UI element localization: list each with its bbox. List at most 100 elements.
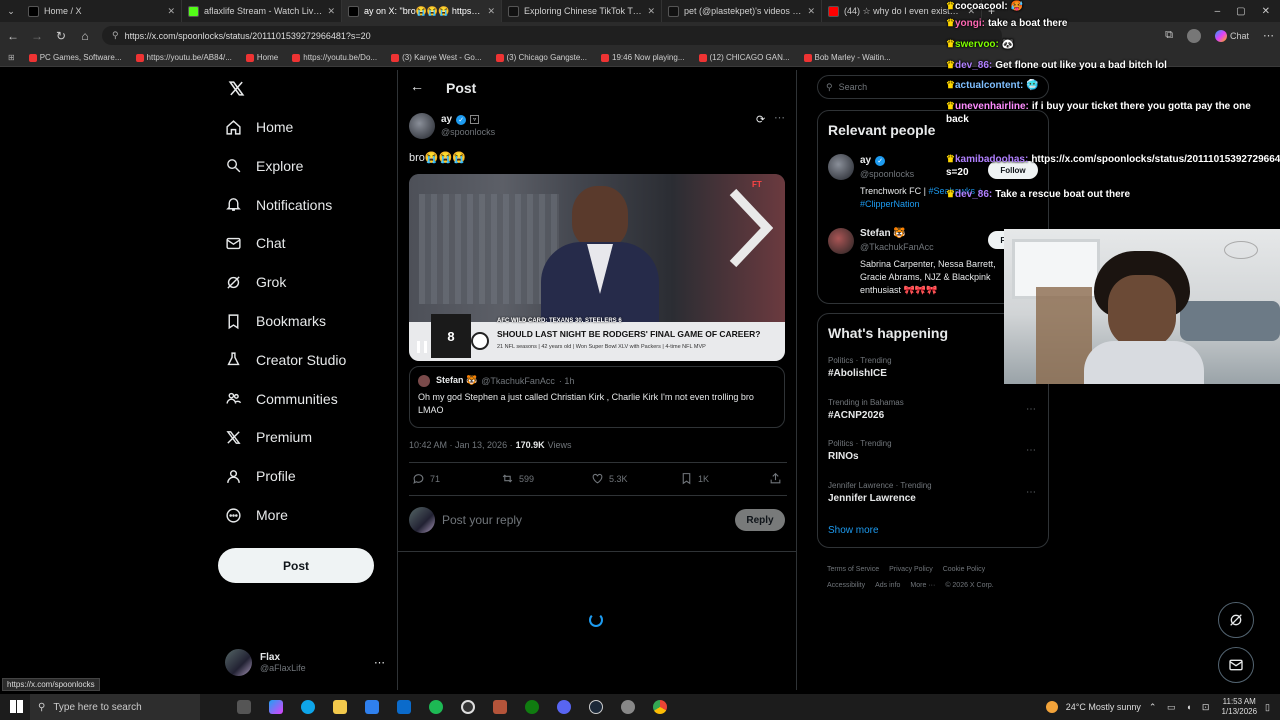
- nav-item-grok[interactable]: Grok: [225, 270, 286, 294]
- chrome-icon[interactable]: [653, 700, 667, 714]
- account-more-icon[interactable]: ⋯: [374, 656, 385, 669]
- forward-icon[interactable]: →: [30, 29, 44, 43]
- like-action[interactable]: 5.3K: [591, 472, 628, 485]
- tab-close-icon[interactable]: ✕: [647, 6, 655, 17]
- account-switcher[interactable]: Flax @aFlaxLife ⋯: [225, 645, 385, 679]
- nav-item-communities[interactable]: Communities: [225, 387, 338, 411]
- post-video[interactable]: FT 8 AFC WILD CARD: TEXANS 30, STEELERS …: [409, 174, 785, 361]
- bookmark-item[interactable]: (12) CHICAGO GAN...: [698, 53, 790, 62]
- author-name[interactable]: ay: [441, 114, 452, 125]
- bookmark-item[interactable]: 19:46 Now playing...: [601, 53, 685, 62]
- trend-item[interactable]: Jennifer Lawrence · Trending Jennifer La…: [828, 481, 1038, 504]
- quoted-post[interactable]: Stefan 🐯 @TkachukFanAcc · 1h Oh my god S…: [409, 366, 785, 428]
- app-icon[interactable]: [493, 700, 507, 714]
- nav-item-notifications[interactable]: Notifications: [225, 193, 332, 217]
- footer-link[interactable]: Privacy Policy: [889, 566, 933, 573]
- reply-input[interactable]: Post your reply: [442, 513, 522, 527]
- browser-tab[interactable]: Home / X ✕: [22, 0, 182, 22]
- address-bar[interactable]: ⚲ https://x.com/spoonlocks/status/201110…: [102, 26, 1002, 45]
- bookmark-item[interactable]: (3) Chicago Gangste...: [495, 53, 587, 62]
- weather-text[interactable]: 24°C Mostly sunny: [1066, 702, 1141, 712]
- bookmark-item[interactable]: Home: [245, 53, 278, 62]
- show-more-link[interactable]: Show more: [828, 525, 879, 536]
- tab-list-icon[interactable]: ⌄: [0, 6, 22, 17]
- trend-item[interactable]: Politics · Trending RINOs ⋯: [828, 439, 1038, 462]
- footer-link[interactable]: Cookie Policy: [943, 566, 985, 573]
- browser-tab[interactable]: pet (@plastekpet)'s videos with c ✕: [662, 0, 822, 22]
- author-handle[interactable]: @spoonlocks: [441, 127, 495, 137]
- nav-item-premium[interactable]: Premium: [225, 425, 312, 449]
- taskbar-search[interactable]: ⚲ Type here to search: [30, 694, 200, 720]
- browser-tab[interactable]: aflaxlife Stream - Watch Live on K ✕: [182, 0, 342, 22]
- discord-icon[interactable]: [557, 700, 571, 714]
- obs-icon[interactable]: [461, 700, 475, 714]
- steam-icon[interactable]: [589, 700, 603, 714]
- footer-link[interactable]: Accessibility: [827, 582, 865, 589]
- footer-link[interactable]: © 2026 X Corp.: [945, 582, 993, 589]
- browser-tab[interactable]: Exploring Chinese TikTok Trends ✕: [502, 0, 662, 22]
- spotify-icon[interactable]: [429, 700, 443, 714]
- tab-close-icon[interactable]: ✕: [807, 6, 815, 17]
- home-browser-icon[interactable]: ⌂: [78, 29, 92, 43]
- share-action[interactable]: [769, 472, 782, 485]
- messages-floating-button[interactable]: [1218, 647, 1254, 683]
- task-view-icon[interactable]: [237, 700, 251, 714]
- tab-close-icon[interactable]: ✕: [167, 6, 175, 17]
- notifications-tray-icon[interactable]: ▯: [1265, 702, 1270, 713]
- person-avatar[interactable]: [828, 154, 854, 180]
- grok-floating-button[interactable]: [1218, 602, 1254, 638]
- trend-more-icon[interactable]: ⋯: [1026, 404, 1036, 415]
- windows-start-icon[interactable]: [10, 700, 23, 713]
- footer-link[interactable]: More ···: [910, 582, 935, 589]
- nav-item-explore[interactable]: Explore: [225, 154, 303, 178]
- person-handle[interactable]: @spoonlocks: [860, 169, 914, 179]
- footer-link[interactable]: Terms of Service: [827, 566, 879, 573]
- nav-item-bookmarks[interactable]: Bookmarks: [225, 309, 326, 333]
- bookmark-action[interactable]: 1K: [680, 472, 709, 485]
- store-icon[interactable]: [365, 700, 379, 714]
- file-explorer-icon[interactable]: [333, 700, 347, 714]
- nav-item-chat[interactable]: Chat: [225, 231, 286, 255]
- xbox-icon[interactable]: [525, 700, 539, 714]
- outlook-icon[interactable]: [397, 700, 411, 714]
- back-arrow-icon[interactable]: ←: [410, 78, 424, 94]
- person-name[interactable]: Stefan 🐯: [860, 228, 906, 239]
- tab-close-icon[interactable]: ✕: [327, 6, 335, 17]
- post-button[interactable]: Post: [218, 548, 374, 583]
- settings-icon[interactable]: [621, 700, 635, 714]
- person-avatar[interactable]: [828, 228, 854, 254]
- post-timestamp[interactable]: 10:42 AM · Jan 13, 2026 ·: [409, 440, 513, 450]
- reply-action[interactable]: 71: [412, 472, 440, 485]
- reload-icon[interactable]: ↻: [54, 29, 68, 43]
- apps-icon[interactable]: ⊞: [8, 53, 15, 62]
- nav-item-more[interactable]: More: [225, 503, 288, 527]
- bookmark-item[interactable]: https://youtu.be/AB84/...: [135, 53, 232, 62]
- bookmark-item[interactable]: Bob Marley - Waitin...: [803, 53, 891, 62]
- bookmark-item[interactable]: https://youtu.be/Do...: [292, 53, 377, 62]
- trend-item[interactable]: Trending in Bahamas #ACNP2026 ⋯: [828, 398, 1038, 421]
- nav-item-creator-studio[interactable]: Creator Studio: [225, 348, 346, 372]
- browser-tab[interactable]: ay on X: "bro😭😭😭 https://t.c ✕: [342, 0, 502, 22]
- tab-close-icon[interactable]: ✕: [487, 6, 495, 17]
- author-avatar[interactable]: [409, 113, 435, 139]
- bookmark-item[interactable]: PC Games, Software...: [28, 53, 122, 62]
- repost-action[interactable]: 599: [501, 472, 534, 485]
- tray-icons[interactable]: ⌃ ▭ ◖ ⊡: [1149, 702, 1214, 713]
- trend-more-icon[interactable]: ⋯: [1026, 487, 1036, 498]
- nav-item-profile[interactable]: Profile: [225, 464, 296, 488]
- post-more-icon[interactable]: ⋯: [774, 111, 785, 124]
- bookmark-item[interactable]: (3) Kanye West - Go...: [391, 53, 482, 62]
- footer-link[interactable]: Ads info: [875, 582, 900, 589]
- person-handle[interactable]: @TkachukFanAcc: [860, 242, 934, 252]
- video-pause-icon[interactable]: [417, 341, 427, 353]
- back-icon[interactable]: ←: [6, 29, 20, 43]
- trend-more-icon[interactable]: ⋯: [1026, 445, 1036, 456]
- nav-item-home[interactable]: Home: [225, 115, 293, 139]
- person-name[interactable]: ay: [860, 155, 871, 166]
- copilot-taskbar-icon[interactable]: [269, 700, 283, 714]
- x-logo-icon[interactable]: [228, 80, 245, 97]
- edge-icon[interactable]: [301, 700, 315, 714]
- grok-explain-icon[interactable]: ⟳: [756, 113, 765, 126]
- clock[interactable]: 11:53 AM 1/13/2026: [1221, 697, 1257, 717]
- reply-button[interactable]: Reply: [735, 509, 785, 531]
